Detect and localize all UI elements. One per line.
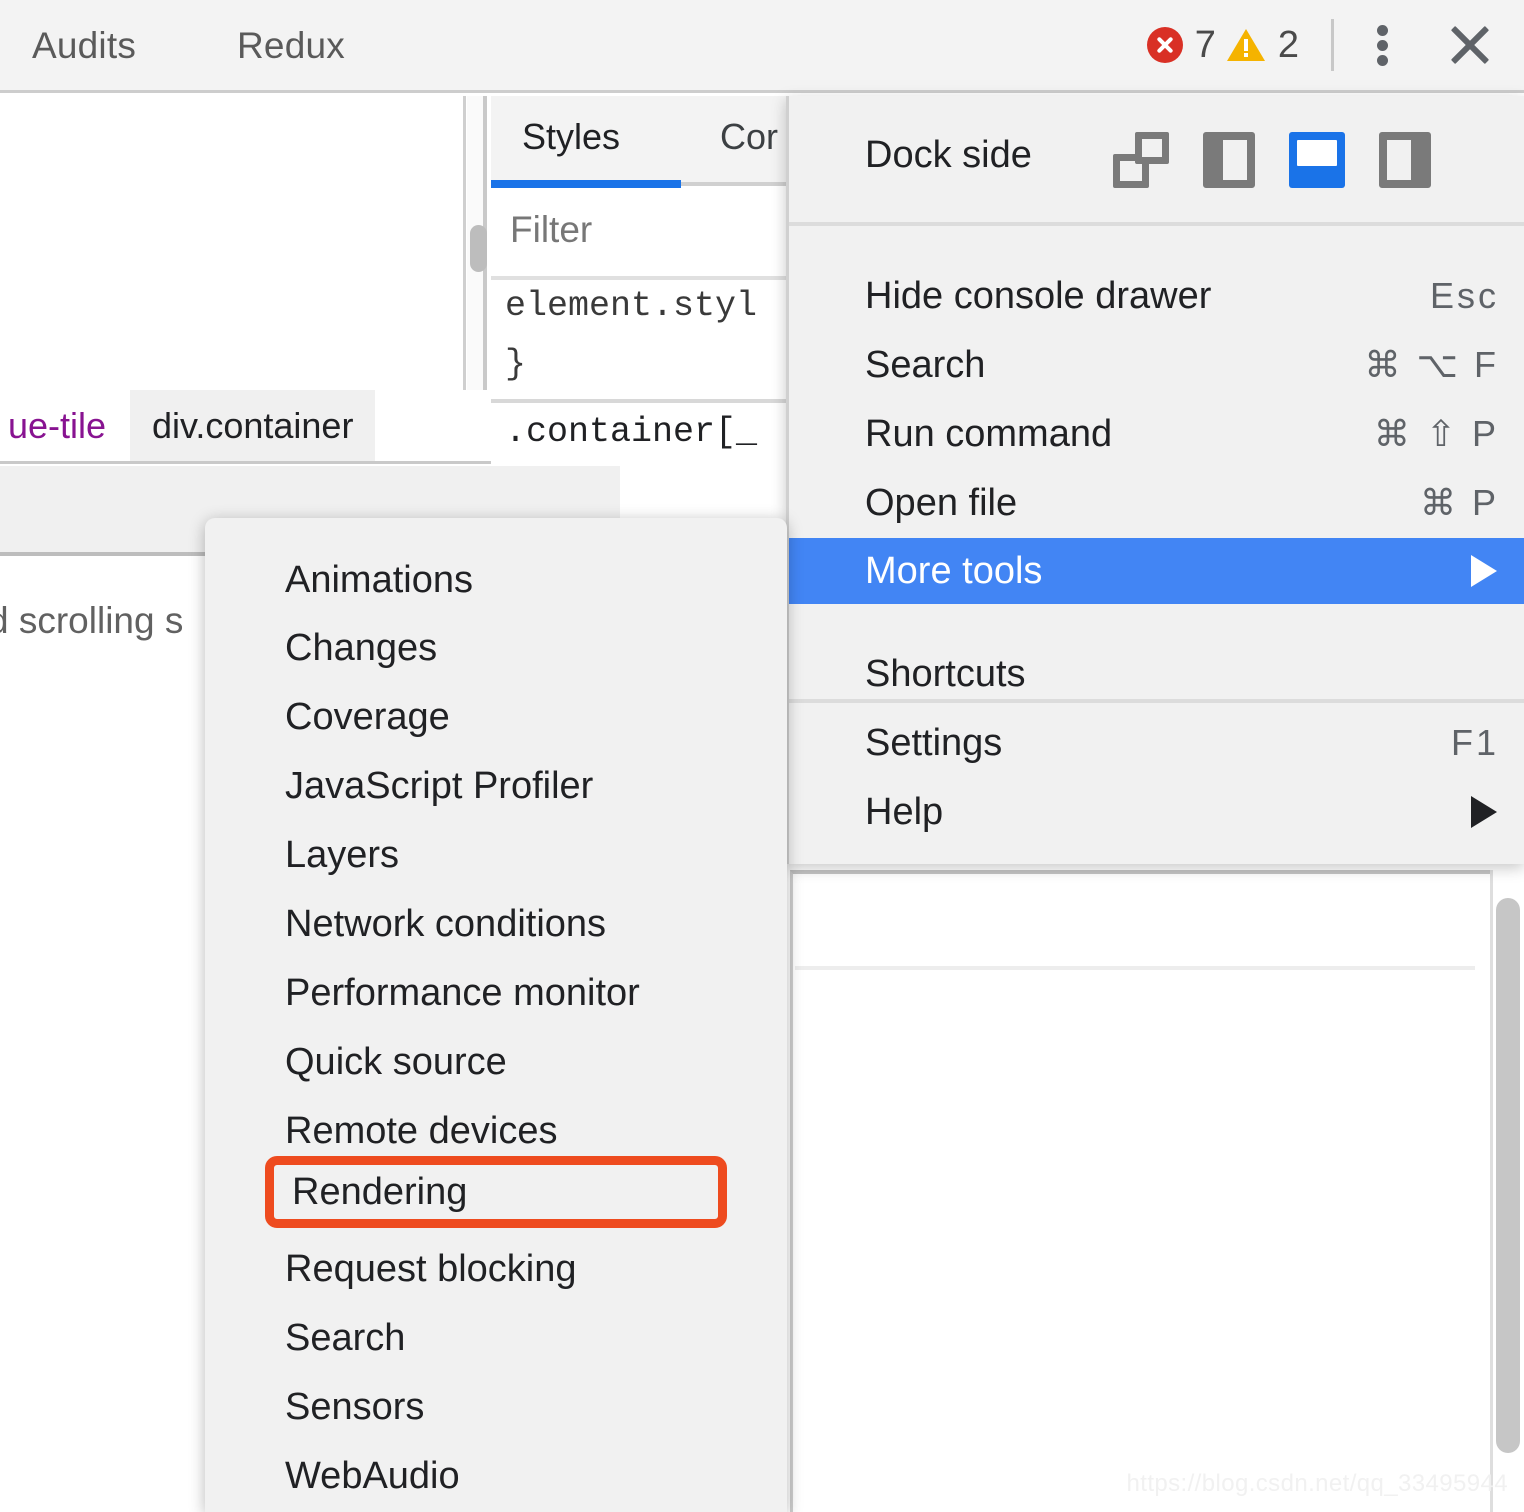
more-tools-submenu: Animations Changes Coverage JavaScript P…: [205, 518, 787, 1512]
more-vertical-icon[interactable]: [1360, 22, 1406, 68]
menu-item-label: Help: [865, 790, 944, 833]
submenu-item-quick-source[interactable]: Quick source: [205, 1028, 787, 1096]
submenu-item-animations[interactable]: Animations: [205, 546, 787, 614]
submenu-item-search[interactable]: Search: [205, 1304, 787, 1372]
tab-styles[interactable]: Styles: [522, 116, 620, 158]
warning-triangle-icon[interactable]: [1226, 27, 1266, 63]
panel-content-area: [790, 870, 1524, 1512]
devtools-window: Audits Redux 7 2 Styles Cor Filter eleme…: [0, 0, 1524, 1512]
toolbar-divider: [1331, 19, 1334, 71]
menu-item-search[interactable]: Search ⌘ ⌥ F: [789, 331, 1524, 399]
tab-redux[interactable]: Redux: [237, 25, 345, 67]
menu-separator-top: [789, 222, 1524, 226]
submenu-item-request-blocking[interactable]: Request blocking: [205, 1235, 787, 1303]
submenu-item-sensors[interactable]: Sensors: [205, 1373, 787, 1441]
content-divider: [795, 966, 1475, 970]
menu-item-label: Search: [865, 343, 986, 386]
dock-bottom-icon[interactable]: [1289, 132, 1345, 188]
devtools-main-menu: Dock side Hide console drawer Esc Search…: [786, 96, 1524, 864]
submenu-item-network-conditions[interactable]: Network conditions: [205, 890, 787, 958]
submenu-item-label: Coverage: [285, 695, 450, 738]
menu-item-shortcut: ⌘ P: [1419, 482, 1499, 523]
submenu-item-performance-monitor[interactable]: Performance monitor: [205, 959, 787, 1027]
menu-item-shortcut: F1: [1450, 722, 1499, 763]
submenu-item-label: Layers: [285, 833, 400, 876]
styles-separator-1: [491, 276, 787, 280]
menu-item-label: Run command: [865, 412, 1113, 455]
tab-computed[interactable]: Cor: [720, 116, 778, 158]
submenu-item-webaudio[interactable]: WebAudio: [205, 1442, 787, 1510]
menu-item-run-command[interactable]: Run command ⌘ ⇧ P: [789, 400, 1524, 468]
css-rule-element-style[interactable]: element.styl: [505, 286, 757, 326]
dock-side-buttons: [1113, 132, 1431, 188]
menu-item-more-tools[interactable]: More tools: [789, 538, 1524, 604]
menu-item-open-file[interactable]: Open file ⌘ P: [789, 469, 1524, 537]
menu-item-shortcut: Esc: [1429, 275, 1499, 316]
dock-left-icon[interactable]: [1203, 132, 1255, 188]
menu-item-label: Settings: [865, 721, 1003, 764]
styles-tab-underline: [491, 180, 681, 188]
submenu-item-label: JavaScript Profiler: [285, 764, 594, 807]
menu-item-label: Shortcuts: [865, 652, 1026, 695]
submenu-item-label: Rendering: [292, 1170, 468, 1213]
submenu-item-label: Performance monitor: [285, 971, 640, 1014]
styles-panel: Styles Cor Filter element.styl } .contai…: [491, 96, 787, 452]
menu-item-help[interactable]: Help: [789, 778, 1524, 846]
console-status-text: d scrolling s: [0, 600, 184, 641]
dom-tree-panel[interactable]: [0, 96, 466, 390]
menu-item-shortcuts[interactable]: Shortcuts: [789, 640, 1524, 708]
css-rule-container[interactable]: .container[_: [505, 412, 757, 452]
breadcrumb-item-ue-tile[interactable]: ue-tile: [0, 390, 129, 461]
panel-scrollbar-thumb[interactable]: [1496, 898, 1520, 1453]
submenu-item-label: WebAudio: [285, 1454, 460, 1497]
menu-item-shortcut: ⌘ ⇧ P: [1373, 413, 1499, 454]
submenu-item-rendering[interactable]: Rendering: [265, 1156, 727, 1228]
dom-scrollbar-thumb[interactable]: [470, 225, 487, 272]
styles-tabbar: Styles Cor: [491, 96, 787, 188]
submenu-arrow-icon: [1471, 555, 1497, 587]
dock-side-row: Dock side: [789, 96, 1524, 222]
submenu-item-label: Remote devices: [285, 1109, 558, 1152]
warning-count[interactable]: 2: [1278, 24, 1299, 67]
submenu-item-remote-devices[interactable]: Remote devices: [205, 1097, 787, 1165]
watermark-text: https://blog.csdn.net/qq_33495944: [1126, 1470, 1508, 1497]
submenu-item-changes[interactable]: Changes: [205, 614, 787, 682]
styles-filter-placeholder: Filter: [510, 209, 593, 250]
close-icon[interactable]: [1444, 19, 1496, 71]
error-count[interactable]: 7: [1195, 24, 1216, 67]
styles-separator-2: [491, 399, 787, 403]
devtools-toolbar: Audits Redux 7 2: [0, 0, 1524, 93]
menu-item-label: Hide console drawer: [865, 274, 1212, 317]
submenu-item-label: Quick source: [285, 1040, 507, 1083]
menu-item-label: More tools: [865, 549, 1043, 592]
css-rule-close-brace: }: [505, 344, 527, 384]
styles-filter-input[interactable]: Filter: [499, 196, 787, 266]
breadcrumb: ue-tile div.container: [0, 390, 491, 464]
toolbar-right-group: 7 2: [1146, 0, 1524, 90]
submenu-item-label: Sensors: [285, 1385, 425, 1428]
submenu-item-javascript-profiler[interactable]: JavaScript Profiler: [205, 752, 787, 820]
menu-item-settings[interactable]: Settings F1: [789, 709, 1524, 777]
submenu-item-layers[interactable]: Layers: [205, 821, 787, 889]
menu-item-hide-console-drawer[interactable]: Hide console drawer Esc: [789, 262, 1524, 330]
submenu-arrow-icon: [1471, 796, 1497, 828]
submenu-item-coverage[interactable]: Coverage: [205, 683, 787, 751]
menu-item-label: Open file: [865, 481, 1018, 524]
submenu-item-label: Animations: [285, 558, 473, 601]
styles-tabbar-rule: [681, 182, 787, 186]
error-circle-icon[interactable]: [1146, 27, 1183, 63]
submenu-item-label: Request blocking: [285, 1247, 577, 1290]
breadcrumb-item-div-container[interactable]: div.container: [130, 390, 376, 461]
tab-audits[interactable]: Audits: [32, 25, 136, 67]
undock-icon[interactable]: [1113, 132, 1169, 188]
submenu-item-label: Network conditions: [285, 902, 607, 945]
submenu-item-label: Changes: [285, 626, 438, 669]
dock-right-icon[interactable]: [1379, 132, 1431, 188]
dock-side-label: Dock side: [865, 134, 1032, 176]
menu-item-shortcut: ⌘ ⌥ F: [1364, 344, 1499, 385]
submenu-item-label: Search: [285, 1316, 406, 1359]
